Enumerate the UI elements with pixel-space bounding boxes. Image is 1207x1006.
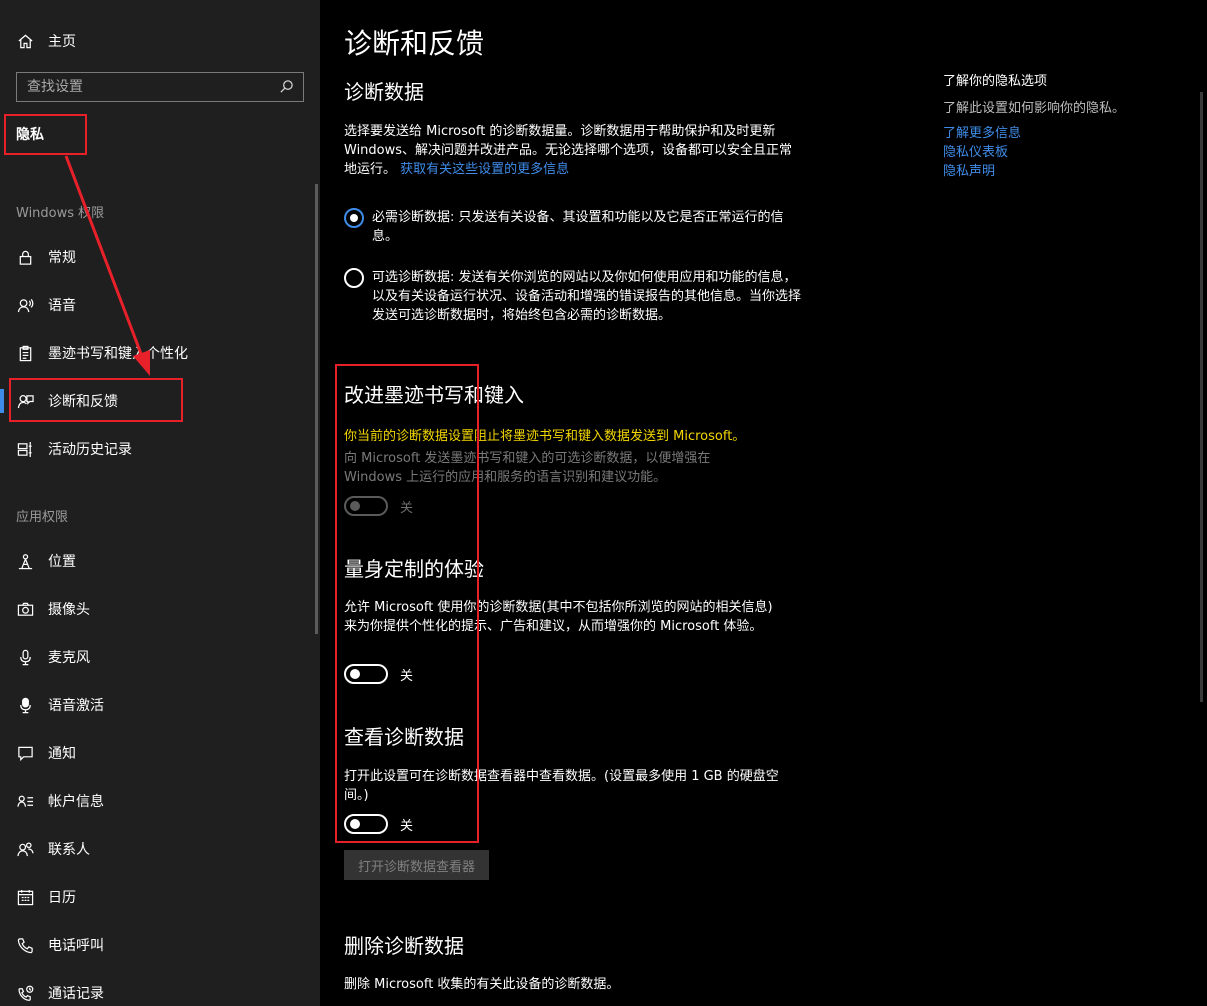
nav-item-contacts[interactable]: 联系人 <box>0 827 320 871</box>
more-info-link[interactable]: 获取有关这些设置的更多信息 <box>400 162 569 177</box>
section-windows-permissions: Windows 权限 <box>16 206 105 221</box>
delete-diagnostic-heading: 删除诊断数据 <box>344 934 464 958</box>
search-input[interactable] <box>17 73 277 101</box>
privacy-statement-link[interactable]: 隐私声明 <box>943 160 995 179</box>
search-box[interactable] <box>16 72 304 102</box>
nav-item-label: 诊断和反馈 <box>48 394 118 410</box>
diagnostic-data-heading: 诊断数据 <box>344 80 424 104</box>
search-icon[interactable] <box>279 79 295 95</box>
nav-item-label: 位置 <box>48 554 76 570</box>
microphone-icon <box>16 648 34 666</box>
nav-item-phone-calls[interactable]: 电话呼叫 <box>0 923 320 967</box>
nav-item-label: 日历 <box>48 890 76 906</box>
nav-item-microphone[interactable]: 麦克风 <box>0 635 320 679</box>
nav-item-label: 电话呼叫 <box>48 938 104 954</box>
nav-item-diagnostics-feedback[interactable]: 诊断和反馈 <box>0 379 320 423</box>
timeline-icon <box>16 440 34 458</box>
nav-item-camera[interactable]: 摄像头 <box>0 587 320 631</box>
nav-item-notifications[interactable]: 通知 <box>0 731 320 775</box>
nav-item-account-info[interactable]: 帐户信息 <box>0 779 320 823</box>
nav-home[interactable]: 主页 <box>0 24 320 58</box>
nav-item-label: 墨迹书写和键入个性化 <box>48 346 188 362</box>
notification-icon <box>16 744 34 762</box>
nav-item-voice-activation[interactable]: 语音激活 <box>0 683 320 727</box>
home-icon <box>16 32 34 50</box>
privacy-options-title: 了解你的隐私选项 <box>943 74 1048 89</box>
nav-item-label: 活动历史记录 <box>48 442 132 458</box>
view-diagnostic-toggle[interactable] <box>344 814 388 834</box>
nav-home-label: 主页 <box>48 34 76 50</box>
improve-inking-heading: 改进墨迹书写和键入 <box>344 383 524 407</box>
nav-item-label: 麦克风 <box>48 650 90 666</box>
speech-icon <box>16 296 34 314</box>
inking-toggle[interactable] <box>344 496 388 516</box>
clipboard-icon <box>16 344 34 362</box>
view-diagnostic-description: 打开此设置可在诊断数据查看器中查看数据。(设置最多使用 1 GB 的硬盘空间。) <box>344 769 779 803</box>
nav-item-label: 通话记录 <box>48 986 104 1002</box>
camera-icon <box>16 600 34 618</box>
privacy-options-description: 了解此设置如何影响你的隐私。 <box>943 101 1126 116</box>
nav-item-label: 常规 <box>48 250 76 266</box>
nav-item-activity-history[interactable]: 活动历史记录 <box>0 427 320 471</box>
radio-button-optional[interactable] <box>344 268 364 288</box>
contacts-icon <box>16 840 34 858</box>
feedback-icon <box>16 392 34 410</box>
nav-item-speech[interactable]: 语音 <box>0 283 320 327</box>
inking-warning-text: 你当前的诊断数据设置阻止将墨迹书写和键入数据发送到 Microsoft。 <box>344 429 746 444</box>
view-diagnostic-toggle-label: 关 <box>400 819 414 834</box>
nav-item-general[interactable]: 常规 <box>0 235 320 279</box>
nav-item-label: 联系人 <box>48 842 90 858</box>
nav-item-call-history[interactable]: 通话记录 <box>0 971 320 1006</box>
toggle-knob <box>350 501 360 511</box>
nav-item-calendar[interactable]: 日历 <box>0 875 320 919</box>
tailored-toggle-label: 关 <box>400 669 414 684</box>
learn-more-link[interactable]: 了解更多信息 <box>943 122 1021 141</box>
phone-icon <box>16 936 34 954</box>
radio-button-required[interactable] <box>344 208 364 228</box>
nav-item-label: 语音 <box>48 298 76 314</box>
radio-required-label: 必需诊断数据: 只发送有关设备、其设置和功能以及它是否正常运行的信息。 <box>372 210 784 244</box>
open-diagnostic-viewer-button[interactable]: 打开诊断数据查看器 <box>344 850 490 880</box>
sidebar-scrollbar[interactable] <box>315 184 318 634</box>
tailored-experiences-heading: 量身定制的体验 <box>344 557 484 581</box>
inking-toggle-label: 关 <box>400 501 414 516</box>
lock-icon <box>16 248 34 266</box>
nav-item-label: 通知 <box>48 746 76 762</box>
account-info-icon <box>16 792 34 810</box>
selection-indicator <box>0 389 4 413</box>
toggle-knob <box>350 669 360 679</box>
view-diagnostic-heading: 查看诊断数据 <box>344 725 464 749</box>
calendar-icon <box>16 888 34 906</box>
main-content: 诊断和反馈 诊断数据 选择要发送给 Microsoft 的诊断数据量。诊断数据用… <box>320 0 1207 1006</box>
sidebar: 主页 隐私 Windows 权限 常规 语音 墨迹书写和键入个性化 诊断和反馈 <box>0 0 320 1006</box>
privacy-dashboard-link[interactable]: 隐私仪表板 <box>943 141 1008 160</box>
tailored-toggle[interactable] <box>344 664 388 684</box>
diagnostic-data-description: 选择要发送给 Microsoft 的诊断数据量。诊断数据用于帮助保护和及时更新 … <box>344 122 796 179</box>
main-scrollbar[interactable] <box>1200 92 1203 702</box>
page-title: 诊断和反馈 <box>344 27 485 60</box>
radio-optional-label: 可选诊断数据: 发送有关你浏览的网站以及你如何使用应用和功能的信息，以及有关设备… <box>372 270 802 323</box>
nav-item-inking-typing[interactable]: 墨迹书写和键入个性化 <box>0 331 320 375</box>
sidebar-title: 隐私 <box>16 127 44 143</box>
delete-diagnostic-description: 删除 Microsoft 收集的有关此设备的诊断数据。 <box>344 977 620 992</box>
nav-item-label: 摄像头 <box>48 602 90 618</box>
inking-description: 向 Microsoft 发送墨迹书写和键入的可选诊断数据，以便增强在 Windo… <box>344 451 711 485</box>
section-app-permissions: 应用权限 <box>16 510 69 525</box>
nav-item-label: 语音激活 <box>48 698 104 714</box>
nav-item-location[interactable]: 位置 <box>0 539 320 583</box>
location-icon <box>16 552 34 570</box>
voice-activation-icon <box>16 696 34 714</box>
nav-item-label: 帐户信息 <box>48 794 104 810</box>
call-history-icon <box>16 984 34 1002</box>
tailored-description: 允许 Microsoft 使用你的诊断数据(其中不包括你所浏览的网站的相关信息)… <box>344 600 773 634</box>
toggle-knob <box>350 819 360 829</box>
